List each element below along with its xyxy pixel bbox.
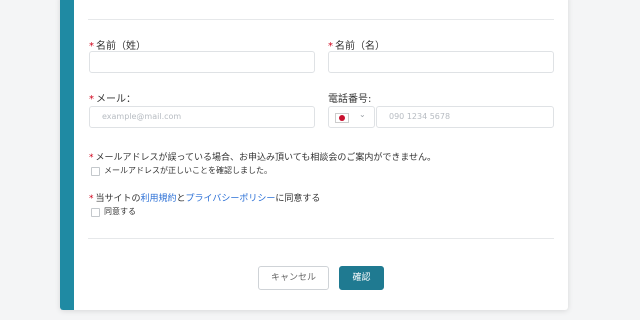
country-code-select[interactable]: ⌄ — [328, 106, 375, 128]
accent-bar — [60, 0, 74, 310]
email-notice: * メールアドレスが誤っている場合、お申込み頂いても相談会のご案内ができません。 — [89, 153, 437, 163]
first-name-label: * 名前（名） — [328, 41, 385, 52]
privacy-policy-link[interactable]: プライバシーポリシー — [186, 194, 276, 204]
email-input[interactable]: example@mail.com — [89, 106, 315, 128]
top-divider — [88, 19, 554, 20]
form-card: * 名前（姓） * 名前（名） * メール： example@mail.com 電話番… — [60, 0, 568, 310]
required-mark: * — [89, 94, 94, 105]
last-name-input[interactable] — [89, 51, 315, 73]
agree-label: 同意する — [104, 207, 136, 216]
first-name-input[interactable] — [328, 51, 554, 73]
terms-text: * 当サイトの利用規約とプライバシーポリシーに同意する — [89, 194, 321, 204]
phone-placeholder: 090 1234 5678 — [389, 112, 451, 121]
phone-input[interactable]: 090 1234 5678 — [376, 106, 554, 128]
bottom-divider — [88, 238, 554, 239]
last-name-label: * 名前（姓） — [89, 41, 146, 52]
required-mark: * — [89, 153, 94, 163]
cancel-button[interactable]: キャンセル — [258, 266, 329, 290]
required-mark: * — [89, 194, 94, 204]
email-confirm-checkbox[interactable] — [91, 167, 100, 176]
email-placeholder: example@mail.com — [102, 112, 182, 121]
japan-flag-icon — [335, 113, 349, 123]
email-confirm-label: メールアドレスが正しいことを確認しました。 — [104, 166, 272, 175]
confirm-button[interactable]: 確認 — [339, 266, 384, 290]
chevron-down-icon: ⌄ — [359, 110, 366, 119]
agree-checkbox[interactable] — [91, 208, 100, 217]
email-label: * メール： — [89, 94, 136, 105]
terms-link[interactable]: 利用規約 — [141, 194, 177, 204]
phone-label: 電話番号: — [328, 94, 372, 105]
